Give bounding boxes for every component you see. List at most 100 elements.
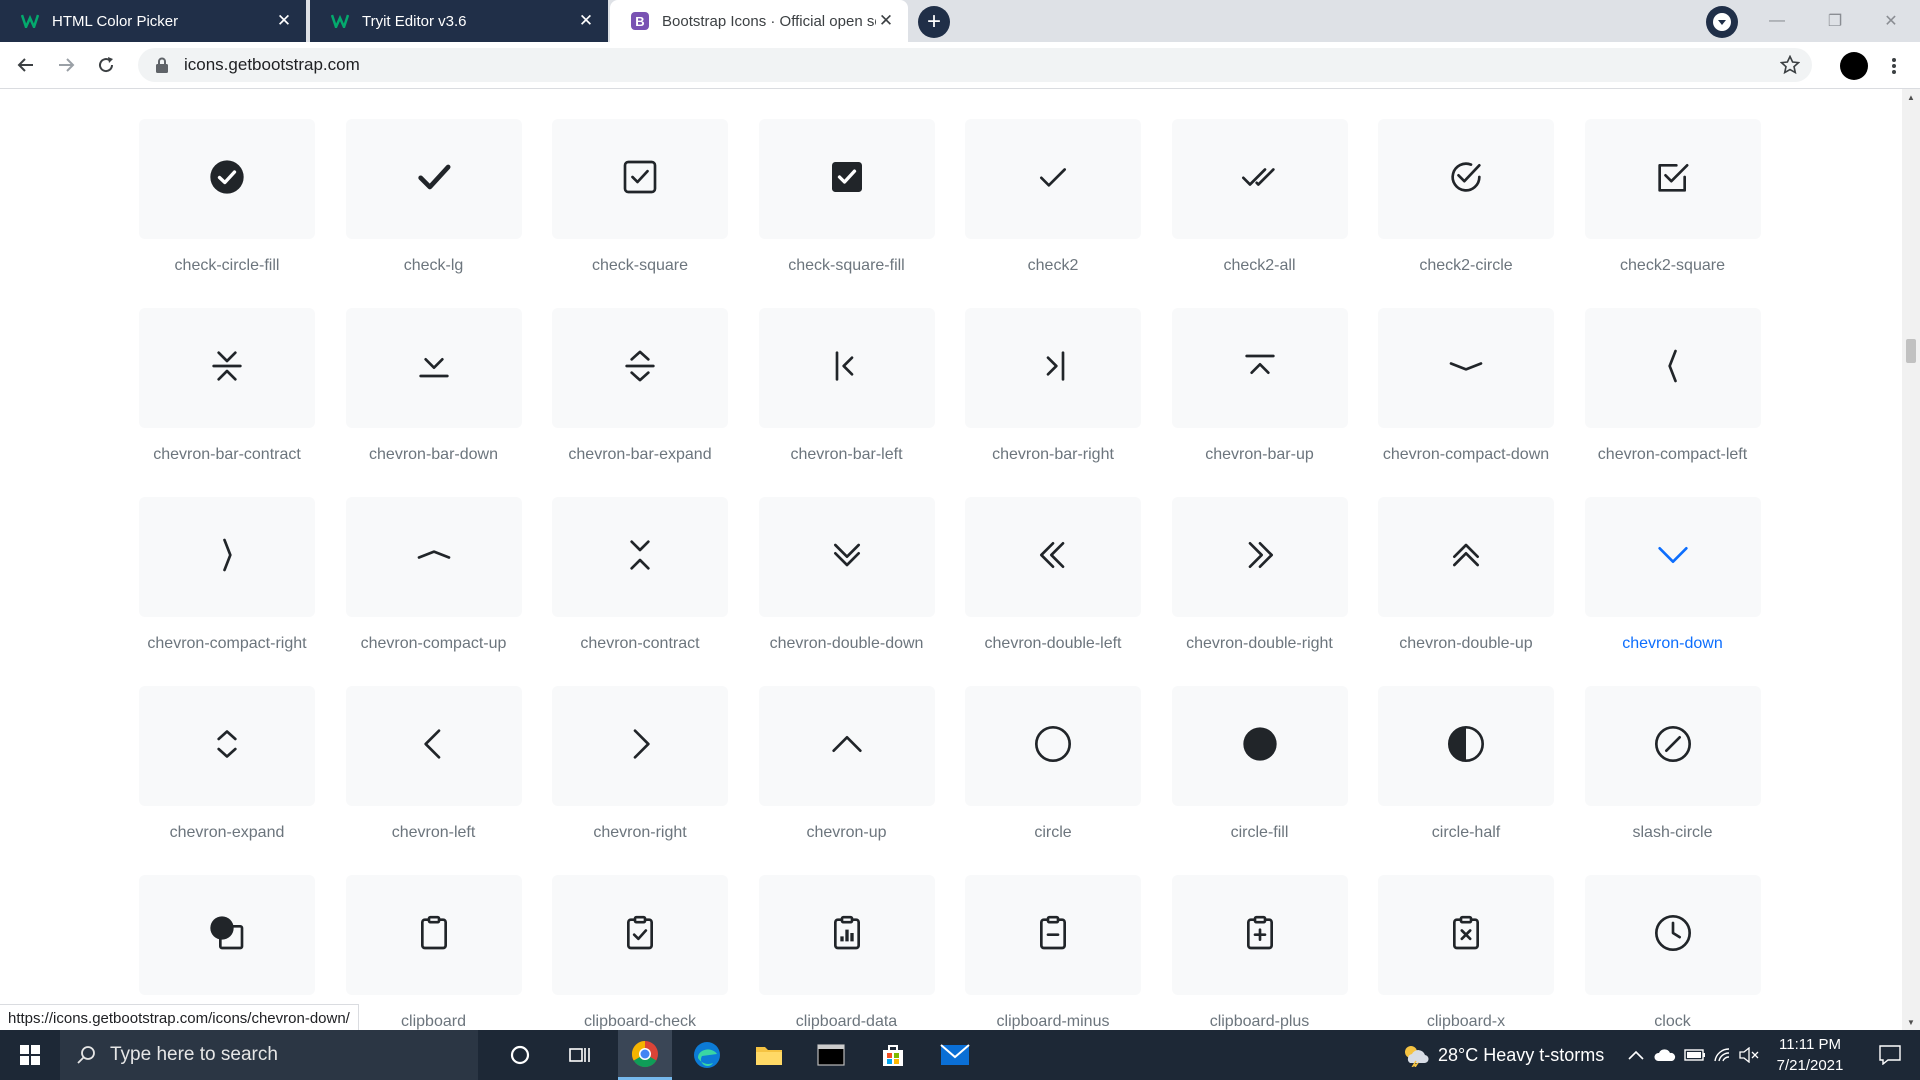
task-view-icon[interactable] xyxy=(556,1030,604,1080)
file-explorer-icon[interactable] xyxy=(742,1030,796,1080)
icon-tile[interactable] xyxy=(1171,497,1348,617)
icon-label[interactable]: check2 xyxy=(965,257,1141,275)
icon-label[interactable]: check2-square xyxy=(1585,257,1761,275)
scroll-down-icon[interactable]: ▼ xyxy=(1902,1014,1920,1030)
icon-card-chevron-bar-down[interactable]: chevron-bar-down xyxy=(345,308,522,464)
icon-label[interactable]: chevron-bar-right xyxy=(965,446,1141,464)
profile-avatar[interactable] xyxy=(1840,52,1868,80)
url-text[interactable]: icons.getbootstrap.com xyxy=(184,55,360,75)
download-profile-icon[interactable] xyxy=(1706,6,1738,38)
icon-label[interactable]: chevron-bar-down xyxy=(346,446,522,464)
icon-card-check2-square[interactable]: check2-square xyxy=(1584,119,1761,275)
icon-card-clipboard-x[interactable]: clipboard-x xyxy=(1378,875,1554,1030)
icon-label[interactable]: chevron-compact-left xyxy=(1585,446,1761,464)
icon-tile[interactable] xyxy=(1584,119,1761,239)
icon-tile[interactable] xyxy=(345,308,522,428)
icon-card-clipboard-plus[interactable]: clipboard-plus xyxy=(1171,875,1348,1030)
tab-html-color-picker[interactable]: HTML Color Picker ✕ xyxy=(0,0,306,42)
icon-label[interactable]: check-square xyxy=(552,257,728,275)
weather-icon[interactable] xyxy=(1396,1030,1436,1080)
icon-label[interactable]: chevron-right xyxy=(552,824,728,842)
wifi-icon[interactable] xyxy=(1710,1030,1736,1080)
icon-tile[interactable] xyxy=(965,686,1141,806)
icon-tile[interactable] xyxy=(1584,686,1761,806)
cortana-icon[interactable] xyxy=(496,1030,544,1080)
icon-label[interactable]: slash-circle xyxy=(1585,824,1761,842)
icon-card-check-square-fill[interactable]: check-square-fill xyxy=(758,119,935,275)
icon-label[interactable]: clipboard-minus xyxy=(965,1013,1141,1030)
icon-label[interactable]: chevron-left xyxy=(346,824,522,842)
icon-tile[interactable] xyxy=(139,119,315,239)
icon-label[interactable]: chevron-double-left xyxy=(965,635,1141,653)
icon-tile[interactable] xyxy=(1378,119,1554,239)
icon-tile[interactable] xyxy=(345,119,522,239)
chrome-taskbar-icon[interactable] xyxy=(618,1030,672,1080)
icon-card-clipboard-data[interactable]: clipboard-data xyxy=(758,875,935,1030)
close-tab-icon[interactable]: ✕ xyxy=(576,11,596,31)
icon-tile[interactable] xyxy=(345,686,522,806)
icon-label[interactable]: clipboard-data xyxy=(759,1013,935,1030)
icon-label[interactable]: chevron-up xyxy=(759,824,935,842)
icon-label[interactable]: circle xyxy=(965,824,1141,842)
new-tab-button[interactable]: + xyxy=(918,6,950,38)
icon-tile[interactable] xyxy=(758,875,935,995)
icon-tile[interactable] xyxy=(552,119,728,239)
icon-card-check2-circle[interactable]: check2-circle xyxy=(1378,119,1554,275)
close-tab-icon[interactable]: ✕ xyxy=(274,11,294,31)
icon-card-chevron-down[interactable]: chevron-down xyxy=(1584,497,1761,653)
icon-label[interactable]: chevron-bar-up xyxy=(1172,446,1348,464)
notifications-icon[interactable] xyxy=(1866,1030,1914,1080)
icon-tile[interactable] xyxy=(552,308,728,428)
search-placeholder[interactable]: Type here to search xyxy=(110,1044,278,1066)
icon-tile[interactable] xyxy=(1378,308,1554,428)
icon-tile[interactable] xyxy=(345,497,522,617)
icon-tile[interactable] xyxy=(552,497,728,617)
icon-label[interactable]: circle-half xyxy=(1378,824,1554,842)
icon-label[interactable]: check2-all xyxy=(1172,257,1348,275)
icon-label[interactable]: clipboard-plus xyxy=(1172,1013,1348,1030)
icon-card-chevron-compact-up[interactable]: chevron-compact-up xyxy=(345,497,522,653)
icon-card-circle-half[interactable]: circle-half xyxy=(1378,686,1554,842)
windows-start-icon[interactable] xyxy=(0,1030,60,1080)
icon-tile[interactable] xyxy=(758,119,935,239)
restore-icon[interactable]: ❐ xyxy=(1806,0,1864,42)
icon-card-clipboard[interactable]: clipboard xyxy=(345,875,522,1030)
tab-tryit-editor[interactable]: Tryit Editor v3.6 ✕ xyxy=(310,0,608,42)
icon-tile[interactable] xyxy=(758,308,935,428)
icon-tile[interactable] xyxy=(1171,875,1348,995)
onedrive-icon[interactable] xyxy=(1650,1030,1680,1080)
scroll-up-icon[interactable]: ▲ xyxy=(1902,89,1920,105)
icon-card-chevron-bar-left[interactable]: chevron-bar-left xyxy=(758,308,935,464)
icon-tile[interactable] xyxy=(1171,119,1348,239)
icon-tile[interactable] xyxy=(1584,497,1761,617)
icon-tile[interactable] xyxy=(1171,686,1348,806)
icon-card-circle[interactable]: circle xyxy=(965,686,1141,842)
icon-tile[interactable] xyxy=(965,308,1141,428)
icon-tile[interactable] xyxy=(1378,686,1554,806)
terminal-icon[interactable] xyxy=(804,1030,858,1080)
icon-label[interactable]: check-square-fill xyxy=(759,257,935,275)
icon-label[interactable]: clipboard xyxy=(346,1013,522,1030)
icon-label[interactable]: check2-circle xyxy=(1378,257,1554,275)
icon-label[interactable]: chevron-compact-down xyxy=(1378,446,1554,464)
icon-label[interactable]: chevron-double-right xyxy=(1172,635,1348,653)
icon-tile[interactable] xyxy=(139,686,315,806)
icon-tile[interactable] xyxy=(1171,308,1348,428)
icon-card-chevron-bar-contract[interactable]: chevron-bar-contract xyxy=(139,308,315,464)
edge-taskbar-icon[interactable] xyxy=(680,1030,734,1080)
icon-card-chevron-compact-left[interactable]: chevron-compact-left xyxy=(1584,308,1761,464)
icon-label[interactable]: chevron-bar-expand xyxy=(552,446,728,464)
icon-card-chevron-bar-expand[interactable]: chevron-bar-expand xyxy=(552,308,728,464)
icon-card-check-square[interactable]: check-square xyxy=(552,119,728,275)
icon-card-chevron-double-right[interactable]: chevron-double-right xyxy=(1171,497,1348,653)
address-bar[interactable]: icons.getbootstrap.com xyxy=(138,48,1812,82)
icon-card-clipboard-check[interactable]: clipboard-check xyxy=(552,875,728,1030)
icon-label[interactable]: chevron-double-down xyxy=(759,635,935,653)
icon-card-check2[interactable]: check2 xyxy=(965,119,1141,275)
icon-tile[interactable] xyxy=(758,497,935,617)
close-window-icon[interactable]: ✕ xyxy=(1862,0,1920,42)
reload-icon[interactable] xyxy=(90,49,122,81)
icon-tile[interactable] xyxy=(965,875,1141,995)
icon-card-check2-all[interactable]: check2-all xyxy=(1171,119,1348,275)
icon-tile[interactable] xyxy=(965,119,1141,239)
